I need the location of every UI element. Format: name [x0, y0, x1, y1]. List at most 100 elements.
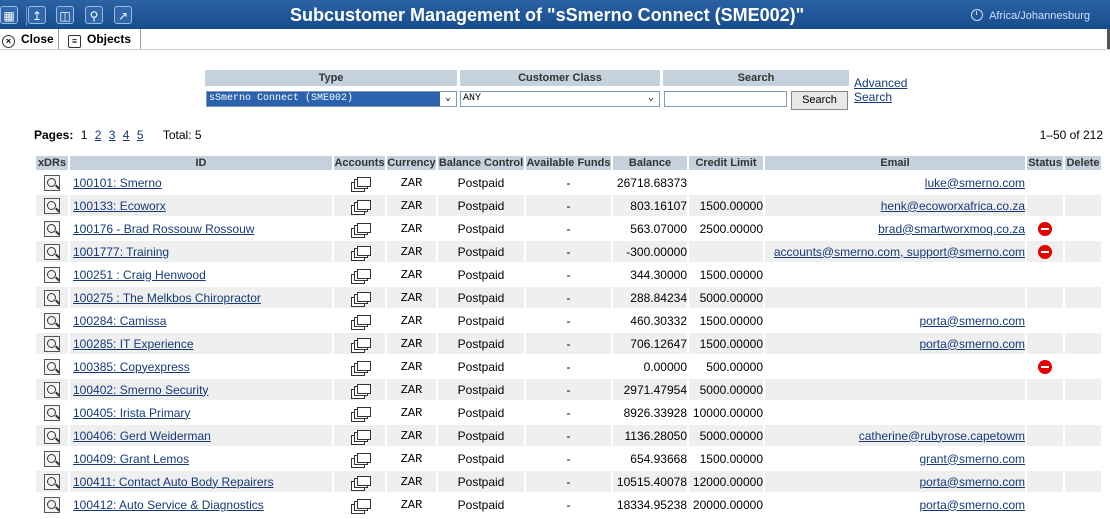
- magnifier-icon[interactable]: [44, 243, 60, 260]
- type-select[interactable]: sSmerno Connect (SME002) ⌄: [206, 91, 457, 107]
- email-link[interactable]: brad@smartworxmoq.co.za: [878, 222, 1025, 236]
- accounts-icon[interactable]: [350, 176, 371, 192]
- magnifier-icon[interactable]: [44, 404, 60, 421]
- customer-id-link[interactable]: 100101: Smerno: [73, 176, 162, 190]
- magnifier-icon[interactable]: [44, 473, 60, 490]
- magnifier-icon[interactable]: [44, 220, 60, 237]
- close-button[interactable]: × Close: [2, 29, 54, 49]
- type-select-value: sSmerno Connect (SME002): [209, 93, 354, 104]
- customer-id-link[interactable]: 100385: Copyexpress: [73, 360, 190, 374]
- id-cell: 100406: Gerd Weiderman: [70, 425, 332, 446]
- magnifier-icon[interactable]: [44, 197, 60, 214]
- magnifier-icon[interactable]: [44, 358, 60, 375]
- table-row: 100402: Smerno Security ZAR Postpaid -2971.…: [36, 379, 1101, 400]
- delete-cell: [1065, 195, 1101, 216]
- email-link[interactable]: henk@ecoworxafrica.co.za: [881, 199, 1025, 213]
- customer-id-link[interactable]: 100409: Grant Lemos: [73, 452, 189, 466]
- customer-id-link[interactable]: 100285: IT Experience: [73, 337, 194, 351]
- customer-id-link[interactable]: 100406: Gerd Weiderman: [73, 429, 211, 443]
- customer-id-link[interactable]: 100412: Auto Service & Diagnostics: [73, 498, 264, 512]
- magnifier-icon[interactable]: [44, 289, 60, 306]
- toolbar-divider: [58, 29, 59, 49]
- col-balance: Balance: [613, 156, 687, 170]
- id-cell: 100275 : The Melkbos Chiropractor: [70, 287, 332, 308]
- search-input[interactable]: [664, 91, 787, 107]
- email-link[interactable]: porta@smerno.com: [919, 475, 1025, 489]
- accounts-icon[interactable]: [350, 314, 371, 330]
- page-link[interactable]: 2: [95, 128, 102, 142]
- accounts-icon[interactable]: [350, 337, 371, 353]
- currency-cell: ZAR: [400, 175, 423, 190]
- accounts-icon[interactable]: [350, 452, 371, 468]
- accounts-cell: [334, 264, 385, 285]
- balance-control-cell: Postpaid: [457, 451, 505, 466]
- magnifier-icon[interactable]: [44, 266, 60, 283]
- tree-icon[interactable]: ◫: [56, 6, 74, 24]
- customer-id-link[interactable]: 100251 : Craig Henwood: [73, 268, 206, 282]
- accounts-icon[interactable]: [350, 498, 371, 514]
- objects-button[interactable]: ≡ Objects: [68, 29, 131, 49]
- balance-control-cell: Postpaid: [457, 175, 505, 190]
- customer-id-link[interactable]: 1001777: Training: [73, 245, 169, 259]
- email-link[interactable]: porta@smerno.com: [919, 498, 1025, 512]
- upload-icon[interactable]: ↥: [28, 6, 46, 24]
- email-link[interactable]: porta@smerno.com: [919, 337, 1025, 351]
- balance-control-cell: Postpaid: [438, 471, 524, 492]
- accounts-icon[interactable]: [350, 406, 371, 422]
- balance-cell: 344.30000: [630, 267, 687, 282]
- page-link[interactable]: 4: [123, 128, 130, 142]
- search-button[interactable]: Search: [791, 91, 848, 110]
- customer-class-select[interactable]: ANY ⌄: [460, 91, 660, 107]
- email-link[interactable]: accounts@smerno.com, support@smerno.com: [774, 245, 1025, 259]
- customer-id-link[interactable]: 100405: Irista Primary: [73, 406, 190, 420]
- timezone-link[interactable]: Africa/Johannesburg: [971, 9, 1090, 22]
- accounts-icon[interactable]: [350, 199, 371, 215]
- id-cell: 100285: IT Experience: [70, 333, 332, 354]
- accounts-icon[interactable]: [350, 245, 371, 261]
- customer-id-link[interactable]: 100411: Contact Auto Body Repairers: [73, 475, 274, 489]
- col-id[interactable]: ID: [70, 156, 332, 170]
- email-link[interactable]: grant@smerno.com: [919, 452, 1025, 466]
- accounts-icon[interactable]: [350, 291, 371, 307]
- customer-id-link[interactable]: 100402: Smerno Security: [73, 383, 208, 397]
- email-link[interactable]: porta@smerno.com: [919, 314, 1025, 328]
- available-funds-cell: -: [526, 333, 611, 354]
- accounts-icon[interactable]: [350, 383, 371, 399]
- magnifier-icon[interactable]: [44, 427, 60, 444]
- magnifier-icon[interactable]: [44, 335, 60, 352]
- status-cell: [1027, 402, 1063, 423]
- balance-control-cell: Postpaid: [457, 359, 505, 374]
- id-cell: 100412: Auto Service & Diagnostics: [70, 494, 332, 515]
- customer-id-link[interactable]: 100176 - Brad Rossouw Rossouw: [73, 222, 254, 236]
- customer-id-link[interactable]: 100133: Ecoworx: [73, 199, 166, 213]
- email-link[interactable]: luke@smerno.com: [925, 176, 1025, 190]
- total-pages: Total: 5: [162, 128, 202, 142]
- xdr-cell: [36, 195, 68, 216]
- magnifier-icon[interactable]: [44, 312, 60, 329]
- available-funds-cell: -: [566, 221, 571, 236]
- magnifier-icon[interactable]: [44, 450, 60, 467]
- col-xdrs: xDRs: [36, 156, 68, 170]
- customer-id-link[interactable]: 100284: Camissa: [73, 314, 166, 328]
- balance-cell: 10515.40078: [613, 471, 687, 492]
- status-cell: [1027, 494, 1063, 515]
- page-link[interactable]: 5: [137, 128, 144, 142]
- grid-icon[interactable]: ▦: [0, 6, 18, 24]
- customer-id-link[interactable]: 100275 : The Melkbos Chiropractor: [73, 291, 261, 305]
- accounts-icon[interactable]: [350, 268, 371, 284]
- chart-icon[interactable]: ↗: [114, 6, 132, 24]
- page-link[interactable]: 3: [109, 128, 116, 142]
- advanced-search-link[interactable]: Advanced Search: [854, 76, 907, 104]
- xdr-cell: [36, 356, 68, 377]
- magnifier-icon[interactable]: [44, 174, 60, 191]
- magnifier-icon[interactable]: [44, 496, 60, 513]
- magnifier-icon[interactable]: [44, 381, 60, 398]
- xdr-cell: [36, 172, 68, 193]
- accounts-icon[interactable]: [350, 222, 371, 238]
- search-icon[interactable]: ⚲: [85, 6, 103, 24]
- accounts-icon[interactable]: [350, 475, 371, 491]
- accounts-icon[interactable]: [350, 360, 371, 376]
- email-cell: catherine@rubyrose.capetowm: [765, 425, 1025, 446]
- accounts-icon[interactable]: [350, 429, 371, 445]
- email-link[interactable]: catherine@rubyrose.capetowm: [859, 429, 1025, 443]
